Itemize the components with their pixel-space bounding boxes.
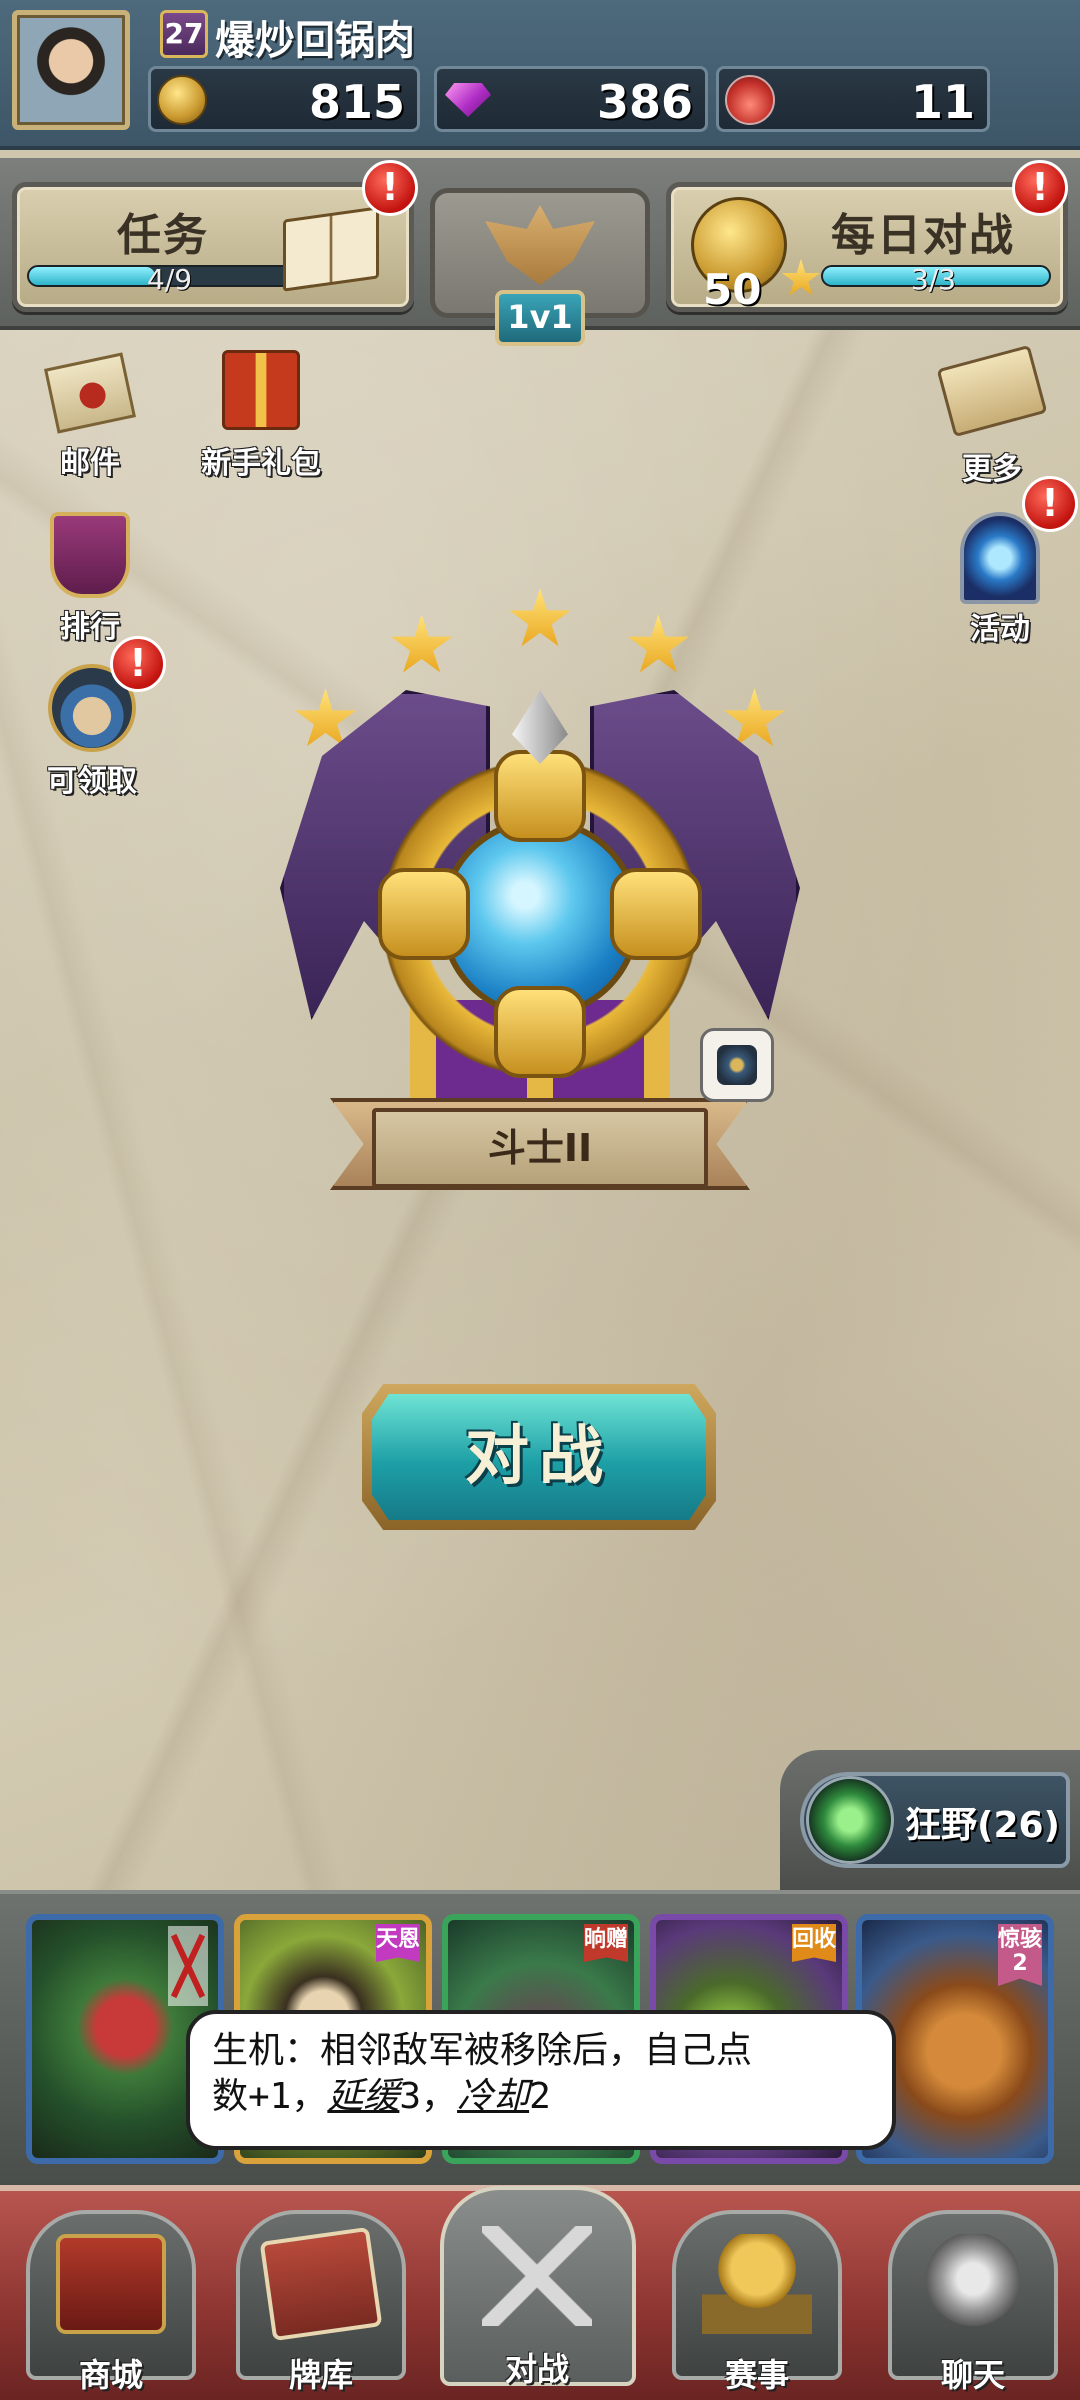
nav-chat-label: 聊天 <box>940 2356 1005 2394</box>
faction-label: 狂野(26) <box>905 1805 1061 1846</box>
tooltip-line-1: 生机：相邻敌军被移除后，自己点 <box>212 2030 753 2071</box>
gold-value: 815 <box>308 75 405 129</box>
potion-icon <box>725 75 775 125</box>
card-tag: 回收 <box>792 1924 836 1962</box>
task-progress-fill <box>29 267 155 285</box>
battle-button[interactable]: 对战 <box>362 1384 716 1530</box>
mode-badge[interactable]: 1v1 <box>495 290 585 346</box>
daily-alert-icon: ! <box>1012 160 1068 216</box>
card-tooltip: 生机：相邻敌军被移除后，自己点 数+1，延缓3，冷却2 <box>186 2010 896 2150</box>
claimable-label: 可领取 <box>47 764 137 799</box>
wild-faction-icon <box>806 1776 894 1864</box>
star-icon <box>781 259 821 296</box>
gift-icon <box>222 350 300 430</box>
events-alert-icon: ! <box>1022 476 1078 532</box>
ring-knob-right <box>610 868 702 960</box>
gold-counter[interactable]: 815 <box>148 66 420 132</box>
player-avatar[interactable] <box>12 10 130 130</box>
rank-title: 斗士II <box>372 1108 708 1188</box>
crest-icon <box>485 205 595 285</box>
card-deck-icon <box>259 2226 383 2342</box>
tooltip-text: 数+1， <box>212 2076 328 2117</box>
task-title: 任务 <box>117 210 209 261</box>
more-label: 更多 <box>962 452 1022 487</box>
shop-chest-icon <box>56 2234 166 2334</box>
nav-events-label: 赛事 <box>724 2356 789 2394</box>
task-alert-icon: ! <box>362 160 418 216</box>
player-level-badge: 27 <box>160 10 208 58</box>
gem-counter[interactable]: 386 <box>434 66 708 132</box>
mail-label: 邮件 <box>60 446 120 481</box>
tooltip-line-2: 数+1，延缓3，冷却2 <box>212 2074 870 2120</box>
task-progress-bar: 4/9 <box>27 263 317 296</box>
task-progress-text: 4/9 <box>147 263 193 296</box>
daily-battle-title: 每日对战 <box>831 210 1015 261</box>
nav-chat[interactable]: 聊天 <box>880 2200 1066 2394</box>
card-tag: 惊骇2 <box>998 1924 1042 1986</box>
potion-value: 11 <box>910 75 975 129</box>
gem-value: 386 <box>596 75 693 129</box>
starter-gift-button[interactable]: 新手礼包 <box>186 350 336 482</box>
crossed-swords-icon <box>482 2226 592 2326</box>
ranking-icon <box>50 512 130 598</box>
book-icon <box>283 206 379 292</box>
task-panel[interactable]: 任务 4/9 <box>12 182 414 312</box>
keyword-cooldown[interactable]: 冷却 <box>457 2076 529 2117</box>
nav-battle[interactable]: 对战 <box>440 2186 636 2388</box>
mail-button[interactable]: 邮件 <box>40 352 140 482</box>
card-tag: 天恩 <box>376 1924 420 1962</box>
card-tag: 晌赠 <box>584 1924 628 1962</box>
potion-counter[interactable]: 11 <box>716 66 990 132</box>
gem-icon <box>443 75 493 125</box>
more-button[interactable]: 更多 <box>936 344 1048 488</box>
trophy-icon <box>702 2234 812 2334</box>
gauntlet-icon <box>918 2234 1028 2334</box>
ranking-button[interactable]: 排行 <box>40 512 140 646</box>
starter-gift-label: 新手礼包 <box>201 446 321 481</box>
battle-button-label: 对战 <box>372 1394 706 1520</box>
disabled-mark-icon <box>168 1926 208 2006</box>
scroll-magnifier-icon <box>936 344 1048 438</box>
tooltip-text: 3， <box>399 2076 458 2117</box>
events-label: 活动 <box>970 612 1030 647</box>
daily-battle-panel[interactable]: 50 每日对战 3/3 <box>666 182 1068 314</box>
daily-reward-amount: 50 <box>703 265 762 314</box>
nav-shop[interactable]: 商城 <box>18 2200 204 2394</box>
nav-deck[interactable]: 牌库 <box>228 2200 414 2394</box>
mail-icon <box>44 352 136 434</box>
tooltip-text: 2 <box>529 2076 551 2117</box>
daily-progress-text: 3/3 <box>911 263 957 296</box>
nav-battle-label: 对战 <box>504 2350 569 2388</box>
keyword-delay[interactable]: 延缓 <box>327 2076 399 2117</box>
portal-icon <box>960 512 1040 604</box>
events-button[interactable]: 活动 <box>944 512 1056 648</box>
rank-info-bubble-icon[interactable] <box>700 1028 774 1102</box>
ring-knob-bottom <box>494 986 586 1078</box>
nav-events[interactable]: 赛事 <box>664 2200 850 2394</box>
nav-deck-label: 牌库 <box>288 2356 353 2394</box>
ring-knob-left <box>378 868 470 960</box>
gold-coin-icon <box>157 75 207 125</box>
nav-shop-label: 商城 <box>78 2356 143 2394</box>
claimable-alert-icon: ! <box>110 636 166 692</box>
daily-progress-bar: 3/3 <box>821 263 1051 296</box>
player-name: 爆炒回锅肉 <box>215 18 415 64</box>
